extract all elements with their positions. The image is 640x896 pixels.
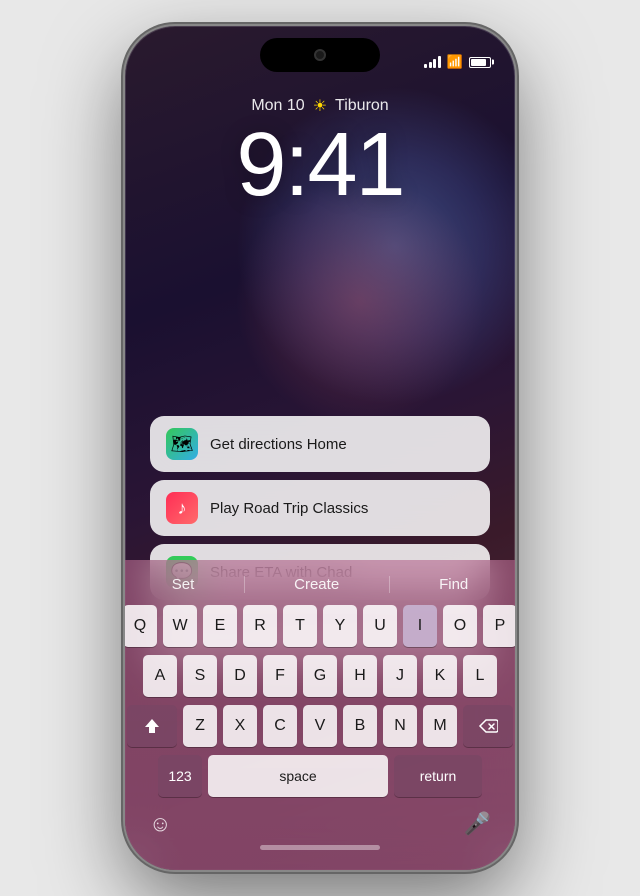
key-n[interactable]: N	[383, 705, 417, 747]
key-i[interactable]: I	[403, 605, 437, 647]
key-b[interactable]: B	[343, 705, 377, 747]
key-t[interactable]: T	[283, 605, 317, 647]
date-text: Mon 10	[251, 97, 304, 115]
status-icons: 📶	[424, 54, 491, 70]
key-f[interactable]: F	[263, 655, 297, 697]
key-v[interactable]: V	[303, 705, 337, 747]
shift-key[interactable]	[127, 705, 177, 747]
key-x[interactable]: X	[223, 705, 257, 747]
key-row-3: Z X C V B N M	[129, 705, 511, 747]
key-r[interactable]: R	[243, 605, 277, 647]
notch-camera	[314, 49, 326, 61]
key-o[interactable]: O	[443, 605, 477, 647]
home-indicator	[260, 845, 380, 850]
key-k[interactable]: K	[423, 655, 457, 697]
key-h[interactable]: H	[343, 655, 377, 697]
emoji-keyboard-icon[interactable]: ☺	[149, 811, 171, 837]
suggestion-music[interactable]: ♪ Play Road Trip Classics	[150, 480, 490, 536]
key-row-4: 123 space return	[129, 755, 511, 797]
key-q[interactable]: Q	[125, 605, 157, 647]
key-p[interactable]: P	[483, 605, 515, 647]
key-j[interactable]: J	[383, 655, 417, 697]
key-u[interactable]: U	[363, 605, 397, 647]
key-row-1: Q W E R T Y U I O P	[129, 605, 511, 647]
phone-frame: 📶 Mon 10 ☀ Tiburon 9:41 🗺 Get directions…	[125, 26, 515, 870]
sun-icon: ☀	[313, 96, 327, 116]
key-d[interactable]: D	[223, 655, 257, 697]
directions-text: Get directions Home	[210, 436, 347, 453]
quicktype-create[interactable]: Create	[282, 572, 351, 597]
key-s[interactable]: S	[183, 655, 217, 697]
suggestion-directions[interactable]: 🗺 Get directions Home	[150, 416, 490, 472]
key-c[interactable]: C	[263, 705, 297, 747]
quicktype-bar: Set Create Find	[125, 568, 515, 605]
numbers-key[interactable]: 123	[158, 755, 202, 797]
return-key[interactable]: return	[394, 755, 482, 797]
key-m[interactable]: M	[423, 705, 457, 747]
key-a[interactable]: A	[143, 655, 177, 697]
delete-key[interactable]	[463, 705, 513, 747]
key-l[interactable]: L	[463, 655, 497, 697]
music-icon: ♪	[166, 492, 198, 524]
clock-display: 9:41	[236, 120, 403, 210]
key-e[interactable]: E	[203, 605, 237, 647]
microphone-icon[interactable]: 🎤	[464, 811, 491, 837]
date-weather-row: Mon 10 ☀ Tiburon	[251, 96, 388, 116]
quicktype-set[interactable]: Set	[160, 572, 207, 597]
battery-icon	[469, 57, 491, 68]
space-key[interactable]: space	[208, 755, 388, 797]
notch	[260, 38, 380, 72]
location-text: Tiburon	[335, 97, 389, 115]
directions-icon: 🗺	[166, 428, 198, 460]
key-g[interactable]: G	[303, 655, 337, 697]
keyboard-area: Set Create Find Q W E R T Y U I O P	[125, 560, 515, 870]
wifi-icon: 📶	[447, 54, 463, 70]
keyboard-bottom-bar: ☺ 🎤	[125, 803, 515, 841]
key-row-2: A S D F G H J K L	[129, 655, 511, 697]
quicktype-find[interactable]: Find	[427, 572, 480, 597]
music-text: Play Road Trip Classics	[210, 500, 368, 517]
key-w[interactable]: W	[163, 605, 197, 647]
lock-screen-content: Mon 10 ☀ Tiburon 9:41	[125, 86, 515, 230]
keyboard-rows: Q W E R T Y U I O P A S D F G H J K	[125, 605, 515, 797]
key-z[interactable]: Z	[183, 705, 217, 747]
key-y[interactable]: Y	[323, 605, 357, 647]
signal-icon	[424, 56, 441, 68]
